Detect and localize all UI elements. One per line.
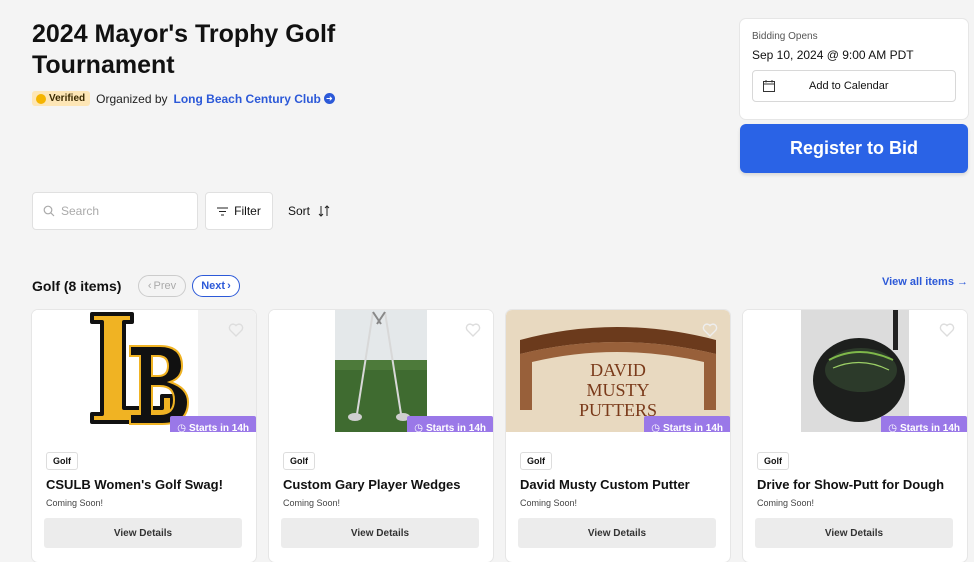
item-image: ◷ Starts in 14h: [743, 310, 967, 432]
view-details-button[interactable]: View Details: [518, 518, 716, 548]
sort-button[interactable]: Sort: [288, 192, 330, 230]
view-details-button[interactable]: View Details: [281, 518, 479, 548]
putter-image-text: MUSTY: [586, 380, 649, 400]
event-title: 2024 Mayor's Trophy Golf Tournament: [32, 20, 336, 79]
add-to-calendar-button[interactable]: Add to Calendar: [752, 70, 956, 102]
item-card[interactable]: DAVID MUSTY PUTTERS ◷ Starts in 14h Golf…: [506, 310, 730, 562]
view-all-items-link[interactable]: View all items →: [882, 276, 968, 288]
heart-icon[interactable]: [939, 322, 955, 338]
add-to-calendar-label: Add to Calendar: [809, 80, 889, 92]
starts-in-label: Starts in 14h: [188, 422, 249, 433]
chevron-right-icon: ›: [227, 280, 231, 292]
clock-icon: ◷: [414, 422, 423, 433]
filter-button[interactable]: Filter: [205, 192, 273, 230]
heart-icon[interactable]: [228, 322, 244, 338]
item-status: Coming Soon!: [46, 498, 104, 508]
item-image: ◷ Starts in 14h: [32, 310, 256, 432]
section-title: Golf (8 items): [32, 278, 122, 294]
item-status: Coming Soon!: [757, 498, 815, 508]
filter-icon: [217, 207, 229, 215]
auction-page: 2024 Mayor's Trophy Golf Tournament Veri…: [0, 0, 974, 562]
bidding-opens-label: Bidding Opens: [752, 31, 818, 42]
item-card[interactable]: ◷ Starts in 14h Golf Custom Gary Player …: [269, 310, 493, 562]
category-tag: Golf: [283, 452, 315, 470]
category-tag: Golf: [520, 452, 552, 470]
item-title[interactable]: Custom Gary Player Wedges: [283, 477, 461, 492]
starts-in-badge: ◷ Starts in 14h: [881, 416, 967, 432]
prev-label: Prev: [153, 280, 177, 292]
arrow-right-circle-icon: ➜: [323, 93, 335, 104]
register-to-bid-button[interactable]: Register to Bid: [740, 124, 968, 173]
organizer-name: Long Beach Century Club: [173, 91, 321, 106]
driver-photo: [743, 310, 967, 432]
sort-arrows-icon: [318, 205, 330, 217]
next-page-button[interactable]: Next ›: [192, 275, 240, 297]
clock-icon: ◷: [651, 422, 660, 433]
item-status: Coming Soon!: [520, 498, 578, 508]
search-input[interactable]: [61, 204, 181, 218]
view-details-button[interactable]: View Details: [755, 518, 953, 548]
starts-in-label: Starts in 14h: [899, 422, 960, 433]
lb-logo-image: [32, 310, 256, 432]
bidding-panel: Bidding Opens Sep 10, 2024 @ 9:00 AM PDT…: [740, 19, 968, 119]
clock-icon: ◷: [888, 422, 897, 433]
search-box: [32, 192, 198, 230]
organizer-link[interactable]: Long Beach Century Club ➜: [174, 92, 335, 106]
category-tag: Golf: [46, 452, 78, 470]
organized-by-label: Organized by: [96, 91, 168, 106]
item-title[interactable]: David Musty Custom Putter: [520, 477, 690, 492]
calendar-icon: [763, 80, 775, 92]
wedges-photo: [269, 310, 493, 432]
filter-label: Filter: [234, 204, 261, 218]
starts-in-label: Starts in 14h: [662, 422, 723, 433]
starts-in-badge: ◷ Starts in 14h: [170, 416, 256, 432]
chevron-left-icon: ‹: [147, 280, 152, 292]
item-card[interactable]: ◷ Starts in 14h Golf CSULB Women's Golf …: [32, 310, 256, 562]
starts-in-badge: ◷ Starts in 14h: [644, 416, 730, 432]
sort-label: Sort: [288, 204, 311, 218]
putter-image-text: DAVID: [590, 360, 646, 380]
item-status: Coming Soon!: [283, 498, 341, 508]
view-details-button[interactable]: View Details: [44, 518, 242, 548]
item-title[interactable]: Drive for Show-Putt for Dough: [757, 477, 944, 492]
starts-in-badge: ◷ Starts in 14h: [407, 416, 493, 432]
search-icon: [43, 205, 55, 217]
verified-icon: [36, 93, 46, 104]
next-label: Next: [201, 280, 226, 292]
starts-in-label: Starts in 14h: [425, 422, 486, 433]
item-image: DAVID MUSTY PUTTERS ◷ Starts in 14h: [506, 310, 730, 432]
category-tag: Golf: [757, 452, 789, 470]
bidding-date: Sep 10, 2024 @ 9:00 AM PDT: [752, 48, 914, 62]
heart-icon[interactable]: [702, 322, 718, 338]
prev-page-button[interactable]: ‹ Prev: [138, 275, 186, 297]
item-card[interactable]: ◷ Starts in 14h Golf Drive for Show-Putt…: [743, 310, 967, 562]
item-image: ◷ Starts in 14h: [269, 310, 493, 432]
putter-photo: DAVID MUSTY PUTTERS: [506, 310, 730, 432]
verified-badge: Verified: [32, 91, 91, 106]
verified-label: Verified: [49, 93, 86, 104]
heart-icon[interactable]: [465, 322, 481, 338]
item-title[interactable]: CSULB Women's Golf Swag!: [46, 477, 223, 492]
event-meta: Verified Organized by Long Beach Century…: [32, 91, 335, 106]
clock-icon: ◷: [177, 422, 186, 433]
